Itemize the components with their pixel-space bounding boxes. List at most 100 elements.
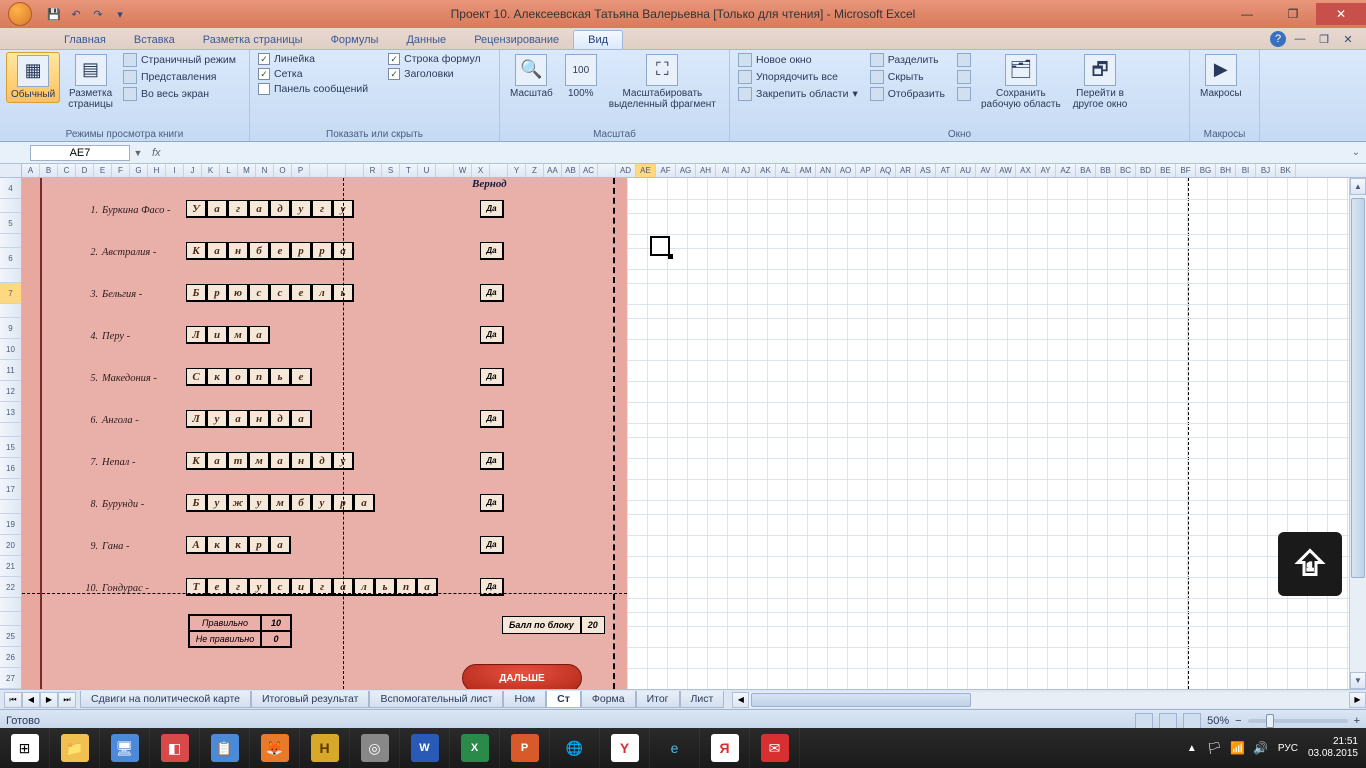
- view-normal-button[interactable]: ▦ Обычный: [6, 52, 60, 103]
- scroll-down-button[interactable]: ▼: [1350, 672, 1366, 689]
- column-header[interactable]: H: [148, 164, 166, 177]
- row-header[interactable]: [0, 423, 21, 437]
- row-header[interactable]: 27: [0, 668, 21, 689]
- powerpoint-icon[interactable]: P: [500, 728, 550, 768]
- column-header[interactable]: BB: [1096, 164, 1116, 177]
- column-header[interactable]: X: [472, 164, 490, 177]
- active-cell[interactable]: [650, 236, 670, 256]
- ribbon-item[interactable]: Скрыть: [868, 69, 947, 85]
- column-header[interactable]: BG: [1196, 164, 1216, 177]
- ribbon-item[interactable]: Разделить: [868, 52, 947, 68]
- zoom-slider[interactable]: [1248, 719, 1348, 723]
- letter-cell[interactable]: р: [312, 242, 333, 260]
- maximize-button[interactable]: ❐: [1270, 3, 1316, 25]
- letter-cell[interactable]: е: [291, 284, 312, 302]
- ribbon-item[interactable]: Упорядочить все: [736, 69, 860, 85]
- vertical-scrollbar[interactable]: ▲ ▼: [1349, 178, 1366, 689]
- sheet-tab[interactable]: Итоговый результат: [251, 691, 369, 708]
- save-workspace-button[interactable]: 🗂Сохранить рабочую область: [977, 52, 1065, 112]
- row-header[interactable]: 13: [0, 402, 21, 423]
- column-header[interactable]: J: [184, 164, 202, 177]
- column-header[interactable]: M: [238, 164, 256, 177]
- sheet-tab[interactable]: Ном: [503, 691, 546, 708]
- sheet-next-button[interactable]: ▶: [40, 692, 58, 708]
- column-header[interactable]: E: [94, 164, 112, 177]
- column-header[interactable]: D: [76, 164, 94, 177]
- column-header[interactable]: AF: [656, 164, 676, 177]
- app-icon[interactable]: 📋: [200, 728, 250, 768]
- fx-icon[interactable]: fx: [152, 147, 161, 159]
- save-icon[interactable]: 💾: [44, 4, 64, 24]
- ribbon-tab[interactable]: Рецензирование: [460, 31, 573, 49]
- ribbon-checkbox[interactable]: Панель сообщений: [256, 82, 370, 96]
- reset-position-icon[interactable]: [955, 86, 973, 102]
- letter-cell[interactable]: К: [186, 242, 207, 260]
- row-header[interactable]: [0, 304, 21, 318]
- ribbon-tab[interactable]: Формулы: [317, 31, 393, 49]
- column-header[interactable]: BI: [1236, 164, 1256, 177]
- column-header[interactable]: F: [112, 164, 130, 177]
- column-header[interactable]: BH: [1216, 164, 1236, 177]
- column-header[interactable]: AI: [716, 164, 736, 177]
- language-indicator[interactable]: РУС: [1278, 743, 1298, 754]
- zoom-100-button[interactable]: 100100%: [561, 52, 601, 101]
- yandex-icon[interactable]: Y: [600, 728, 650, 768]
- fill-handle[interactable]: [668, 254, 673, 259]
- letter-cell[interactable]: А: [186, 536, 207, 554]
- flag-icon[interactable]: 🏳: [1207, 741, 1222, 755]
- letter-cell[interactable]: д: [270, 410, 291, 428]
- column-header[interactable]: AB: [562, 164, 580, 177]
- ribbon-checkbox[interactable]: ✓Сетка: [256, 67, 370, 81]
- column-header[interactable]: BE: [1156, 164, 1176, 177]
- word-icon[interactable]: W: [400, 728, 450, 768]
- letter-cell[interactable]: б: [291, 494, 312, 512]
- ribbon-item[interactable]: Новое окно: [736, 52, 860, 68]
- column-header[interactable]: AQ: [876, 164, 896, 177]
- letter-cell[interactable]: с: [249, 284, 270, 302]
- ribbon-item[interactable]: Страничный режим: [121, 52, 238, 68]
- column-header[interactable]: BA: [1076, 164, 1096, 177]
- column-header[interactable]: AW: [996, 164, 1016, 177]
- column-header[interactable]: AV: [976, 164, 996, 177]
- cell-grid[interactable]: Вернод 1.Буркина Фасо -УагадугуДа2.Австр…: [22, 178, 1366, 689]
- scroll-right-button[interactable]: ▶: [1349, 692, 1366, 708]
- row-header[interactable]: 12: [0, 381, 21, 402]
- row-header[interactable]: 4: [0, 178, 21, 199]
- letter-cell[interactable]: о: [228, 368, 249, 386]
- scroll-up-button[interactable]: ▲: [1350, 178, 1366, 195]
- zoom-in-button[interactable]: +: [1354, 715, 1360, 727]
- column-header[interactable]: AG: [676, 164, 696, 177]
- column-header[interactable]: T: [400, 164, 418, 177]
- letter-cell[interactable]: С: [186, 368, 207, 386]
- letter-cell[interactable]: м: [249, 452, 270, 470]
- sync-scroll-icon[interactable]: [955, 69, 973, 85]
- row-header[interactable]: 16: [0, 458, 21, 479]
- letter-cell[interactable]: м: [270, 494, 291, 512]
- letter-cell[interactable]: ь: [270, 368, 291, 386]
- column-header[interactable]: [328, 164, 346, 177]
- yandex-search-icon[interactable]: Я: [700, 728, 750, 768]
- column-header[interactable]: [346, 164, 364, 177]
- view-pagebreak-icon[interactable]: [1183, 713, 1201, 729]
- ribbon-checkbox[interactable]: ✓Линейка: [256, 52, 370, 66]
- ribbon-checkbox[interactable]: ✓Строка формул: [386, 52, 482, 66]
- name-box[interactable]: AE7: [30, 145, 130, 161]
- network-icon[interactable]: 📶: [1230, 741, 1245, 755]
- letter-cell[interactable]: р: [249, 536, 270, 554]
- column-header[interactable]: AA: [544, 164, 562, 177]
- row-header[interactable]: 20: [0, 535, 21, 556]
- letter-cell[interactable]: м: [228, 326, 249, 344]
- letter-cell[interactable]: а: [249, 326, 270, 344]
- column-header[interactable]: A: [22, 164, 40, 177]
- row-header[interactable]: 25: [0, 626, 21, 647]
- row-header[interactable]: 15: [0, 437, 21, 458]
- letter-cell[interactable]: г: [228, 200, 249, 218]
- letter-cell[interactable]: у: [207, 494, 228, 512]
- office-button[interactable]: [0, 0, 40, 28]
- letter-cell[interactable]: к: [207, 536, 228, 554]
- column-header[interactable]: P: [292, 164, 310, 177]
- letter-cell[interactable]: У: [186, 200, 207, 218]
- row-header[interactable]: 7: [0, 283, 21, 304]
- zoom-out-button[interactable]: −: [1235, 715, 1241, 727]
- mail-icon[interactable]: ✉: [750, 728, 800, 768]
